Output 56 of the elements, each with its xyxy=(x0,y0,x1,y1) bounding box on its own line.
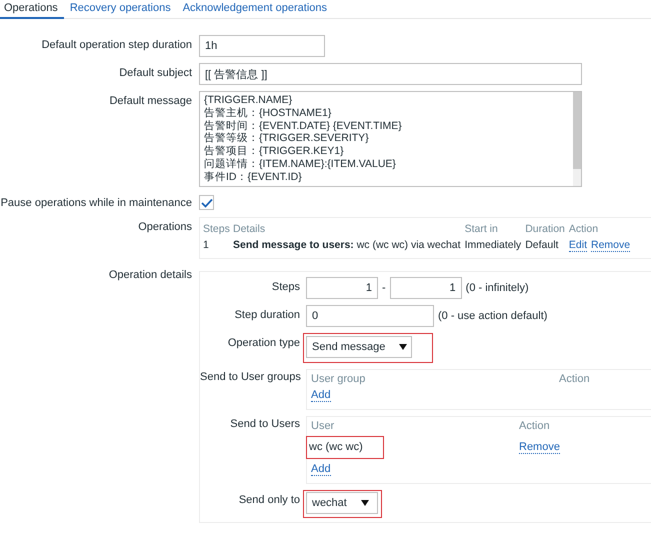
remove-link[interactable]: Remove xyxy=(519,441,560,454)
field-label: Default subject xyxy=(118,66,192,79)
hint-text: (0 - use action default) xyxy=(438,310,548,322)
tab[interactable]: Recovery operations xyxy=(64,0,177,19)
tab[interactable]: Operations xyxy=(0,0,64,19)
column-header: User xyxy=(311,420,336,432)
operation-type-dropdown[interactable]: Send message xyxy=(306,336,412,358)
checkbox[interactable] xyxy=(199,195,214,210)
user-name: wc (wc wc) xyxy=(306,436,384,458)
input-field[interactable]: 1h xyxy=(199,35,325,57)
message-line: 问题详情：{ITEM.NAME}:{ITEM.VALUE} xyxy=(204,158,397,171)
message-line: 告警主机：{HOSTNAME1} xyxy=(204,106,332,120)
action-link[interactable]: Remove xyxy=(590,238,630,252)
column-header: Start in xyxy=(464,222,499,234)
field-label: Operations xyxy=(137,220,192,232)
message-line: {TRIGGER.NAME} xyxy=(204,94,294,107)
add-link[interactable]: Add xyxy=(311,388,331,402)
input-field[interactable]: 1 xyxy=(306,276,378,298)
field-label: Operation details xyxy=(108,268,192,280)
hint-text: (0 - infinitely) xyxy=(466,282,529,294)
column-header: Action xyxy=(568,222,600,234)
input-field[interactable]: 1 xyxy=(390,276,462,298)
table-cell-text: Default xyxy=(525,238,560,252)
field-label: Send to Users xyxy=(229,416,300,430)
scrollbar[interactable] xyxy=(573,92,581,186)
add-link[interactable]: Add xyxy=(311,462,331,476)
column-header: User group xyxy=(311,372,366,384)
field-label: Pause operations while in maintenance xyxy=(0,196,192,209)
media-type-dropdown[interactable]: wechat xyxy=(306,492,378,514)
tab[interactable]: Acknowledgement operations xyxy=(176,0,334,19)
field-label: Send to User groups xyxy=(200,370,300,382)
action-link[interactable]: Edit xyxy=(568,238,587,252)
table-cell: Send message to users: wc (wc wc) via wechat xyxy=(233,238,461,252)
column-header: Steps xyxy=(203,222,229,234)
column-header: Duration xyxy=(525,222,565,234)
field-label: Default operation step duration xyxy=(40,38,192,51)
message-line: 告警项目：{TRIGGER.KEY1} xyxy=(204,145,345,158)
message-line: 告警时间：{EVENT.DATE} {EVENT.TIME} xyxy=(204,120,403,132)
range-separator: - xyxy=(382,282,386,294)
input-field[interactable]: 0 xyxy=(306,304,434,326)
message-line: 告警等级：{TRIGGER.SEVERITY} xyxy=(204,132,370,145)
column-header: Details xyxy=(233,222,266,234)
column-header: Action xyxy=(559,372,591,384)
column-header: Action xyxy=(519,420,551,432)
field-label: Step duration xyxy=(234,308,300,320)
field-label: Operation type xyxy=(226,336,300,348)
field-label: Send only to xyxy=(238,492,300,506)
caret-icon xyxy=(399,344,408,350)
input-field[interactable]: [[ 告警信息 ]] xyxy=(199,63,582,85)
caret-icon xyxy=(360,500,369,506)
field-label: Default message xyxy=(108,94,192,107)
message-textarea[interactable]: {TRIGGER.NAME} 告警主机：{HOSTNAME1} 告警时间：{EVENT.DATE} {EVENT.TIME} 告警等级：{TRIGGER.SEVERITY} 告警项目：{TRIGGER.KEY1} 问题详情：{ITEM.NAME}:{ITEM.VALUE} 事件ID：{EVENT.ID} xyxy=(199,91,582,187)
table-cell: Immediately xyxy=(464,238,522,252)
table-cell-text: 1 xyxy=(203,238,210,252)
field-label: Steps xyxy=(270,280,300,292)
message-line: 事件ID：{EVENT.ID} xyxy=(204,170,303,184)
